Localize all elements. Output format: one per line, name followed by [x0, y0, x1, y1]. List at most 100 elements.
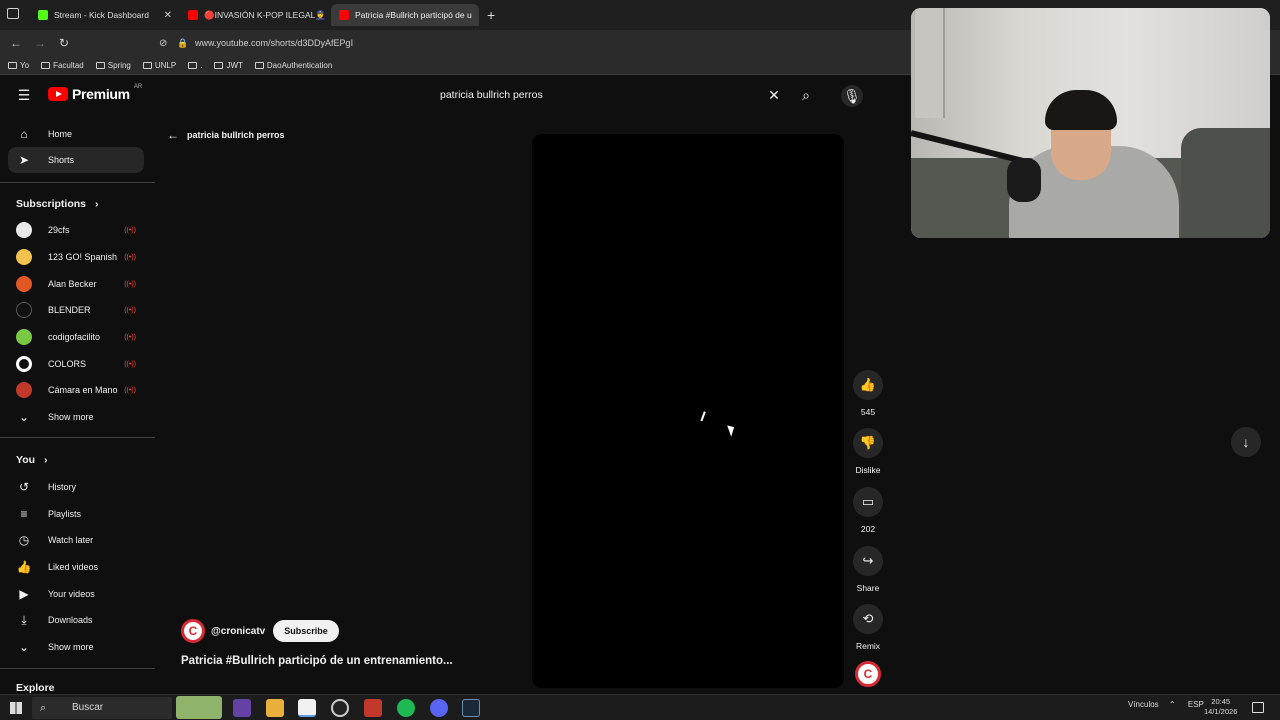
back-icon[interactable]: ←	[8, 35, 24, 51]
webcam-sofa-arm	[1181, 128, 1270, 238]
bookmark-daoauth[interactable]: DaoAuthentication	[254, 61, 332, 70]
short-video-player[interactable]	[532, 134, 844, 688]
bookmark-dot[interactable]: .	[188, 61, 202, 70]
chevron-up-icon[interactable]: ⌃	[1169, 700, 1176, 709]
channel-avatar[interactable]: C	[181, 619, 205, 643]
channel-avatar	[16, 302, 32, 318]
bookmark-yo[interactable]: Yo	[8, 61, 29, 70]
show-more-subscriptions[interactable]: ⌄ Show more	[8, 404, 144, 430]
obs-icon[interactable]	[331, 699, 349, 717]
short-title[interactable]: Patricia #Bullrich participó de un entre…	[181, 655, 453, 667]
comments-button[interactable]: ▭ 202	[848, 487, 888, 534]
sidebar-item-history[interactable]: ↺ History	[8, 474, 144, 500]
dislike-button[interactable]: 👎 Dislike	[848, 428, 888, 475]
tab-label: 🔴INVASIÓN K-POP ILEGAL👮	[204, 9, 326, 20]
bookmark-jwt[interactable]: JWT	[214, 61, 243, 70]
taskbar-image-app-icon[interactable]	[176, 696, 222, 719]
remix-button[interactable]: ⟲ Remix	[848, 604, 888, 651]
tab-menu-icon[interactable]	[7, 8, 19, 19]
hamburger-menu-icon[interactable]: ☰	[14, 85, 34, 105]
sidebar-item-subscription[interactable]: 123 GO! Spanish ((•))	[8, 244, 144, 270]
reload-icon[interactable]: ↻	[56, 35, 72, 51]
channel-name[interactable]: @cronicatv	[211, 626, 265, 637]
sidebar-item-label: Playlists	[48, 509, 82, 519]
sidebar-item-subscription[interactable]: Alan Becker ((•))	[8, 271, 144, 297]
search-icon[interactable]: ⌕	[796, 85, 816, 105]
youtube-logo[interactable]: Premium AR	[48, 84, 142, 102]
explore-header: Explore	[16, 682, 55, 694]
subscribe-button[interactable]: Subscribe	[273, 620, 339, 642]
video-editor-icon[interactable]	[364, 699, 382, 717]
bookmark-unlp[interactable]: UNLP	[142, 61, 177, 70]
youtube-header: ☰ Premium AR patricia bullrich perros ✕ …	[0, 76, 910, 114]
you-header[interactable]: You ›	[16, 454, 47, 466]
site-info-icon[interactable]: ⊘	[159, 34, 167, 53]
shorts-icon: ➤	[18, 153, 30, 167]
sidebar-item-home[interactable]: ⌂ Home	[8, 121, 144, 147]
sidebar-item-subscription[interactable]: COLORS ((•))	[8, 351, 144, 377]
close-tab-icon[interactable]: ✕	[478, 10, 479, 21]
tab-kpop[interactable]: 🔴INVASIÓN K-POP ILEGAL👮 ✕	[180, 4, 330, 26]
new-tab-button[interactable]: +	[487, 7, 495, 23]
bookmark-facultad[interactable]: Facultad	[41, 61, 84, 70]
bookmark-label: JWT	[226, 61, 243, 70]
sidebar-item-label: Alan Becker	[48, 279, 97, 289]
close-tab-icon[interactable]: ✕	[164, 10, 172, 21]
sidebar-item-subscription[interactable]: 29cfs ((•))	[8, 217, 144, 243]
folder-icon	[188, 62, 198, 69]
sidebar-item-liked-videos[interactable]: 👍 Liked videos	[8, 554, 144, 580]
search-input[interactable]: patricia bullrich perros	[428, 81, 790, 109]
sidebar-item-downloads[interactable]: ⤓ Downloads	[8, 607, 144, 633]
back-to-search-link[interactable]: ← patricia bullrich perros	[167, 128, 285, 142]
file-explorer-icon[interactable]	[266, 699, 284, 717]
folder-icon	[95, 62, 105, 69]
next-short-button[interactable]: ↓	[1231, 427, 1261, 457]
language-indicator[interactable]: ESP	[1188, 700, 1204, 709]
sidebar-item-watch-later[interactable]: ◷ Watch later	[8, 527, 144, 553]
chevron-right-icon: ›	[94, 198, 99, 210]
taskbar-clock[interactable]: 20:45 14/1/2026	[1204, 697, 1237, 717]
clear-search-icon[interactable]: ✕	[764, 85, 784, 105]
sidebar-item-subscription[interactable]: BLENDER ((•))	[8, 297, 144, 323]
url-bar[interactable]: ⊘ 🔒 www.youtube.com/shorts/d3DDyAfEPgI	[155, 34, 905, 53]
spotify-icon[interactable]	[397, 699, 415, 717]
forward-icon[interactable]: →	[32, 35, 48, 51]
discord-icon[interactable]	[430, 699, 448, 717]
remix-label: Remix	[855, 641, 881, 651]
tray-links-label[interactable]: Vínculos	[1128, 700, 1159, 709]
windows-start-icon[interactable]	[10, 702, 22, 714]
show-more-label: Show more	[48, 642, 94, 652]
comment-icon: ▭	[853, 487, 883, 517]
sidebar-item-subscription[interactable]: Cámara en Mano ((•))	[8, 377, 144, 403]
comment-count: 202	[860, 524, 876, 534]
channel-avatar	[16, 382, 32, 398]
notepad-icon[interactable]	[298, 699, 316, 717]
sidebar-item-playlists[interactable]: ≡ Playlists	[8, 501, 144, 527]
folder-icon	[254, 62, 264, 69]
live-icon: ((•))	[124, 226, 136, 234]
tab-patricia[interactable]: Patricia #Bullrich participó de u ✕	[331, 4, 479, 26]
tab-kick[interactable]: Stream - Kick Dashboard ✕	[30, 4, 180, 26]
sidebar-item-your-videos[interactable]: ▶ Your videos	[8, 581, 144, 607]
folder-icon	[142, 62, 152, 69]
channel-sound-avatar[interactable]: C	[848, 661, 888, 687]
bookmark-label: .	[200, 61, 203, 70]
sidebar-item-shorts[interactable]: ➤ Shorts	[8, 147, 144, 173]
search-icon: ⌕	[40, 702, 47, 714]
steam-icon[interactable]	[462, 699, 480, 717]
notification-icon[interactable]	[1252, 702, 1264, 713]
folder-icon	[41, 62, 51, 69]
taskbar-search-input[interactable]: ⌕ Buscar	[32, 697, 172, 719]
microphone-icon[interactable]: 🎙	[841, 85, 863, 107]
channel-info: C @cronicatv Subscribe	[181, 619, 339, 643]
bookmark-spring[interactable]: Spring	[95, 61, 131, 70]
system-tray: Vínculos ⌃ ESP	[1128, 700, 1204, 709]
show-more-you[interactable]: ⌄ Show more	[8, 634, 144, 660]
like-button[interactable]: 👍 545	[848, 370, 888, 417]
subscriptions-header[interactable]: Subscriptions ›	[16, 198, 98, 210]
folder-icon	[8, 62, 17, 69]
sidebar-item-subscription[interactable]: codigofacilito ((•))	[8, 324, 144, 350]
twitch-icon[interactable]	[233, 699, 251, 717]
bookmark-label: UNLP	[154, 61, 177, 70]
share-button[interactable]: ↪ Share	[848, 546, 888, 593]
